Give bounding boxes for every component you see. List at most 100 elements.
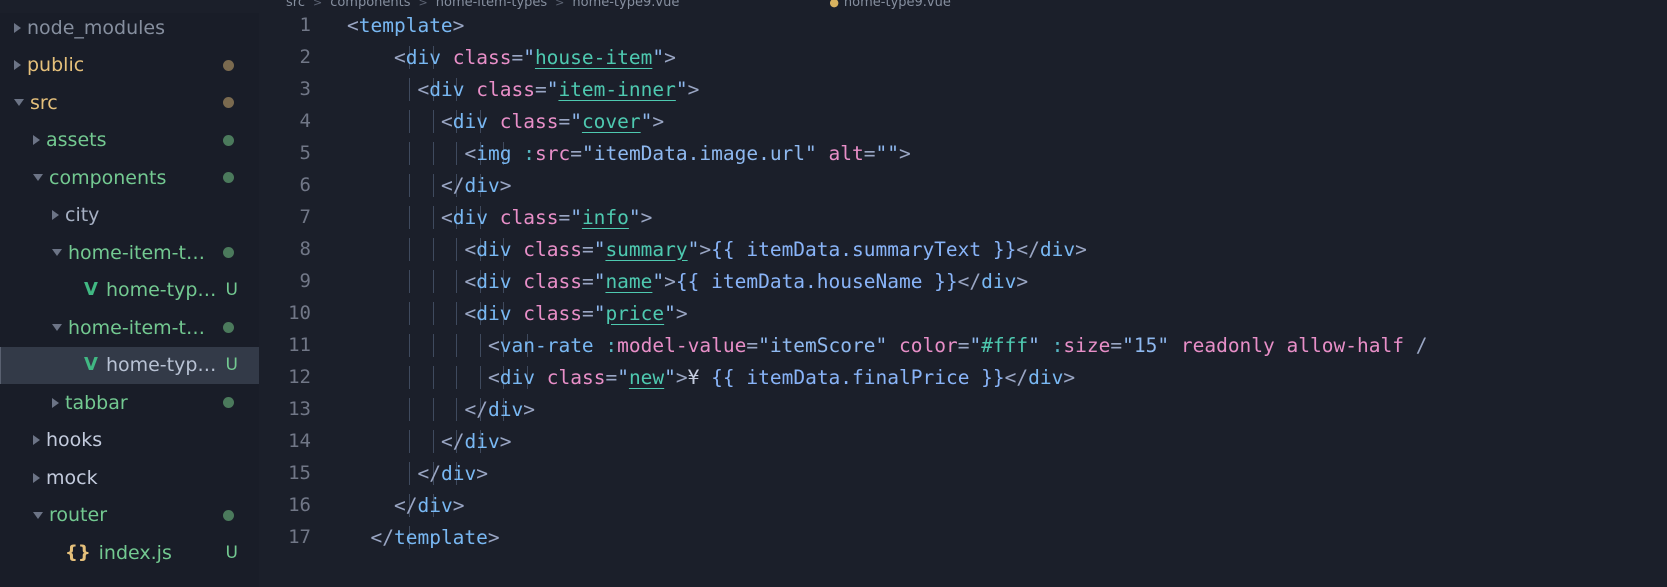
- code-line[interactable]: 15 </div>: [259, 457, 1667, 489]
- token-punct: =: [558, 109, 571, 133]
- token-punct: </: [417, 461, 441, 485]
- code-line[interactable]: 17 </template>: [259, 521, 1667, 553]
- indent-guides: [383, 429, 1667, 453]
- code-line[interactable]: 12 <div class="new">¥ {{ itemData.finalPr…: [259, 361, 1667, 393]
- chevron-right-icon[interactable]: [52, 210, 59, 221]
- explorer-file-tree[interactable]: node_modules public src assets components cit…: [0, 0, 259, 587]
- chevron-down-icon[interactable]: [33, 174, 43, 182]
- code-line[interactable]: 4 <div class="cover">: [259, 105, 1667, 137]
- token-punct: <: [441, 205, 453, 229]
- chevron-right-icon[interactable]: [33, 135, 40, 146]
- tree-item-hooks[interactable]: hooks: [0, 422, 259, 460]
- chevron-down-icon[interactable]: [52, 324, 62, 332]
- tree-item-city[interactable]: city: [0, 197, 259, 235]
- code-line[interactable]: 6 </div>: [259, 169, 1667, 201]
- token-punct: </: [441, 173, 465, 197]
- code-line[interactable]: 7 <div class="info">: [259, 201, 1667, 233]
- tree-item-home-item-t[interactable]: home-item-t…: [0, 234, 259, 272]
- code-tokens: <div class="info">: [347, 206, 652, 229]
- tree-item-components[interactable]: components: [0, 159, 259, 197]
- breadcrumb[interactable]: src > components > home-item-types > hom…: [0, 0, 1667, 13]
- workbench-body: node_modules public src assets components cit…: [0, 0, 1667, 587]
- code-line[interactable]: 1 <template>: [259, 9, 1667, 41]
- token-strq: ": [581, 141, 594, 165]
- code-line[interactable]: 3 <div class="item-inner">: [259, 73, 1667, 105]
- chevron-down-icon[interactable]: [52, 249, 62, 257]
- tree-item-label: mock: [46, 466, 98, 489]
- token-punct: </: [441, 429, 465, 453]
- token-punct: =: [581, 301, 594, 325]
- code-tokens: </div>: [347, 398, 535, 421]
- breadcrumb-item-src[interactable]: src: [286, 0, 305, 10]
- token-punct: >: [452, 13, 465, 37]
- code-line[interactable]: 5 <img :src="itemData.image.url" alt="">: [259, 137, 1667, 169]
- tree-item-index-js[interactable]: {} index.js U: [0, 534, 259, 572]
- token-strq: ": [805, 141, 817, 165]
- tree-item-tabbar[interactable]: tabbar: [0, 384, 259, 422]
- token-punct: >: [452, 493, 465, 517]
- line-number: 5: [299, 142, 311, 164]
- code-line[interactable]: 11 <van-rate :model-value="itemScore" col…: [259, 329, 1667, 361]
- chevron-right-icon[interactable]: [52, 397, 59, 408]
- line-number: 14: [288, 430, 311, 452]
- code-line[interactable]: 16 </div>: [259, 489, 1667, 521]
- code-editor[interactable]: 1 <template> 2 <div class="house-item"> 3 <di…: [259, 0, 1667, 587]
- code-line[interactable]: 2 <div class="house-item">: [259, 41, 1667, 73]
- code-tokens: </div>: [347, 462, 488, 485]
- breadcrumb-separator: >: [418, 0, 428, 9]
- code-line[interactable]: 10 <div class="price">: [259, 297, 1667, 329]
- line-number: 12: [288, 366, 311, 388]
- token-punct: =: [581, 237, 594, 261]
- code-line[interactable]: 13 </div>: [259, 393, 1667, 425]
- token-tag: div: [476, 237, 512, 261]
- chevron-right-icon[interactable]: [33, 472, 40, 483]
- code-line[interactable]: 14 </div>: [259, 425, 1667, 457]
- token-punct: <: [417, 77, 430, 101]
- code-line[interactable]: 9 <div class="name">{{ itemData.houseName…: [259, 265, 1667, 297]
- code-line[interactable]: 8 <div class="summary">{{ itemData.summar…: [259, 233, 1667, 265]
- token-punct: >: [499, 429, 512, 453]
- code-tokens: <div class="new">¥ {{ itemData.finalPric…: [347, 366, 1075, 389]
- chevron-down-icon[interactable]: [14, 99, 24, 107]
- chevron-down-icon[interactable]: [33, 511, 43, 519]
- tree-item-assets[interactable]: assets: [0, 122, 259, 160]
- chevron-right-icon[interactable]: [33, 435, 40, 446]
- untracked-status-badge: U: [225, 280, 238, 301]
- token-strq: ": [969, 333, 982, 357]
- token-attr: readonly: [1180, 333, 1275, 357]
- chevron-right-icon[interactable]: [14, 60, 21, 71]
- tree-item-home-type3[interactable]: Vhome-type3.…U: [0, 272, 259, 310]
- tree-item-public[interactable]: public: [0, 47, 259, 85]
- token-strq: ": [664, 365, 676, 389]
- token-strq: ": [1028, 333, 1040, 357]
- modified-dot-badge: [223, 397, 234, 409]
- token-punct: >: [1063, 365, 1076, 389]
- tree-item-router[interactable]: router: [0, 497, 259, 535]
- tree-item-node-modules[interactable]: node_modules: [0, 9, 259, 47]
- tree-item-home-item-t[interactable]: home-item-t…: [0, 309, 259, 347]
- line-number: 16: [288, 494, 311, 516]
- token-punct: >: [675, 301, 688, 325]
- token-tag: template: [393, 525, 488, 549]
- token-strq: ": [523, 45, 535, 69]
- line-number: 9: [299, 270, 311, 292]
- breadcrumb-item-home-type9[interactable]: home-type9.vue: [572, 0, 679, 10]
- token-tag: div: [417, 493, 453, 517]
- chevron-right-icon[interactable]: [14, 22, 21, 33]
- token-punct: =: [1110, 333, 1123, 357]
- token-attr: color: [898, 333, 958, 357]
- tree-item-src[interactable]: src: [0, 84, 259, 122]
- breadcrumb-item-home-item-types[interactable]: home-item-types: [436, 0, 547, 10]
- tree-item-mock[interactable]: mock: [0, 459, 259, 497]
- javascript-file-icon: {}: [65, 541, 91, 563]
- tree-item-label: components: [49, 166, 167, 189]
- token-class: cover: [581, 109, 641, 133]
- breadcrumb-item-components[interactable]: components: [330, 0, 410, 10]
- token-attr: alt: [828, 141, 864, 165]
- tree-item-home-type9[interactable]: Vhome-type9.…U: [0, 346, 259, 384]
- breadcrumb-symbol-home-type9[interactable]: home-type9.vue: [844, 0, 951, 10]
- token-punct: <: [488, 365, 500, 389]
- vue-file-icon: ●: [829, 0, 839, 9]
- line-number: 1: [299, 14, 311, 36]
